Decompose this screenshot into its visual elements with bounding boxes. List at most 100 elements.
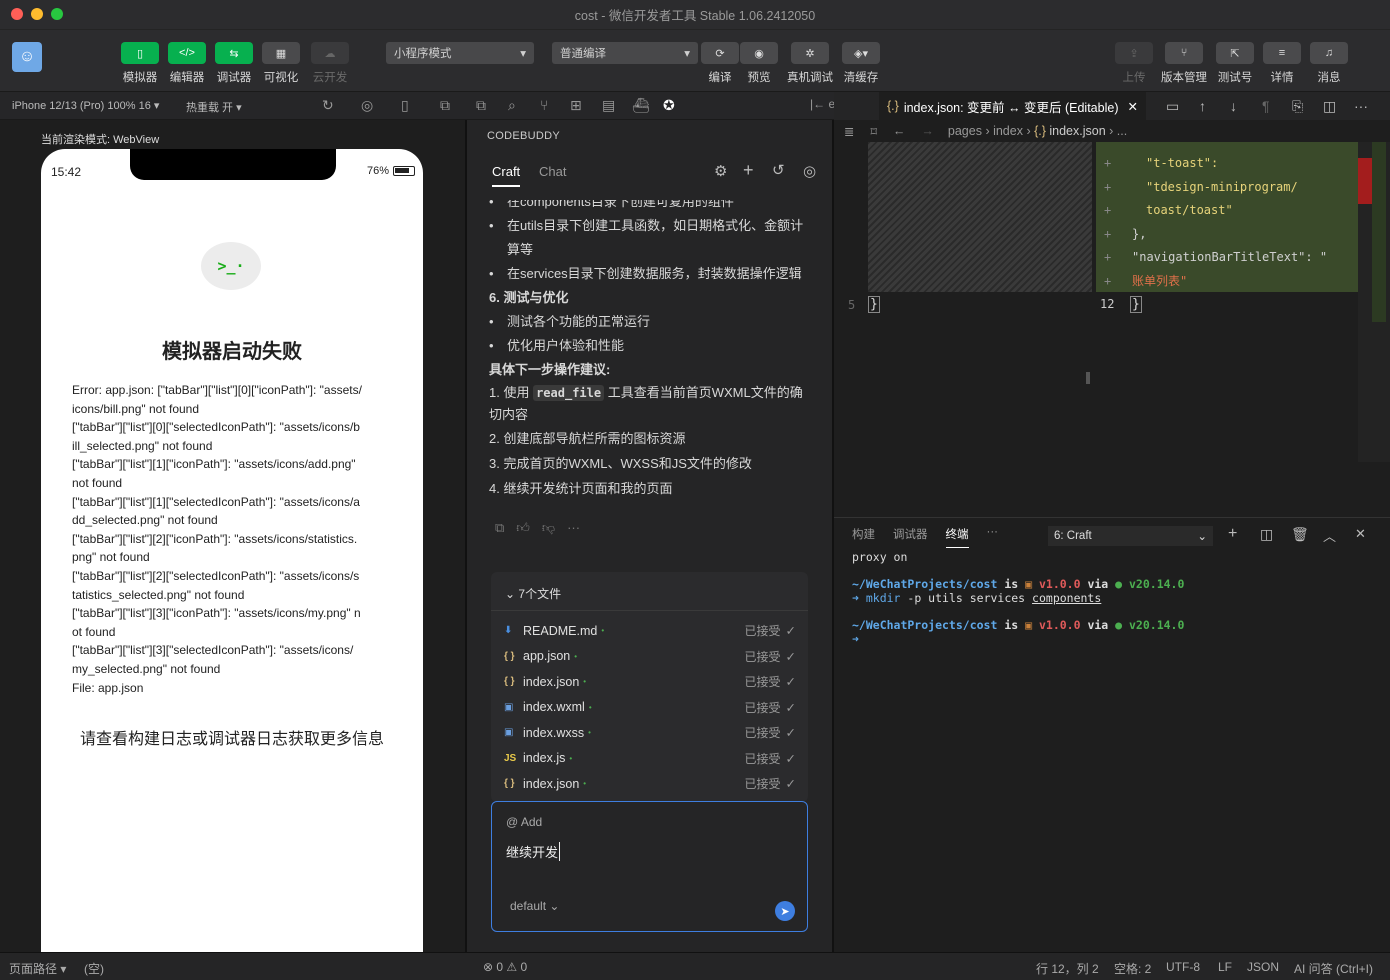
bookmark-icon[interactable]: ⌑ [870,124,876,139]
file-row[interactable]: ▣ index.wxml • 已接受 ✓ [504,695,796,721]
add-context-button[interactable]: @ Add [506,815,542,829]
check-icon[interactable]: ✓ [786,751,796,766]
check-icon[interactable]: ✓ [786,649,796,664]
check-icon[interactable]: ✓ [786,725,796,740]
window-controls[interactable] [11,8,63,20]
debugger-button[interactable]: ⇆ 调试器 [212,42,256,85]
device-icon[interactable]: ▯ [401,97,409,114]
whitespace-icon[interactable]: ¶ [1262,98,1270,114]
tab-chat[interactable]: Chat [539,164,566,179]
send-button[interactable]: ➤ [775,901,795,921]
check-icon[interactable]: ✓ [786,674,796,689]
phone-screen[interactable]: 15:42 76% >_· 模拟器启动失败 Error: app.json: [… [41,149,423,953]
clear-cache-button[interactable]: ◈▾ 清缓存 [839,42,883,85]
visual-button[interactable]: ▦ 可视化 [259,42,303,85]
copy-icon[interactable]: ⧉ [495,520,504,536]
indentation[interactable]: 空格: 2 [1114,960,1151,977]
files-icon[interactable]: ⧉ [476,97,486,114]
close-tab-icon[interactable]: ✕ [1127,99,1137,114]
file-row[interactable]: { } app.json • 已接受 ✓ [504,644,796,670]
file-row[interactable]: ⬇ README.md • 已接受 ✓ [504,618,796,644]
ai-assistant[interactable]: AI 问答 (Ctrl+I) [1294,960,1373,977]
version-button[interactable]: ⑂ 版本管理 [1161,42,1207,85]
arrow-up-icon[interactable]: ↑ [1199,98,1206,114]
codebuddy-icon[interactable]: ✪ [663,97,675,114]
config-icon[interactable]: ◎ [803,162,816,180]
split-icon[interactable]: ◫ [1323,98,1336,115]
language-mode[interactable]: JSON [1247,960,1279,974]
cursor-position[interactable]: 行 12，列 2 [1036,960,1099,977]
preview-button[interactable]: ◉ 预览 [737,42,781,85]
zoom-window-button[interactable] [51,8,63,20]
file-row[interactable]: { } index.json • 已接受 ✓ [504,669,796,695]
check-icon[interactable]: ✓ [786,776,796,791]
list-icon[interactable]: ≣ [844,124,854,139]
tab-terminal[interactable]: 终端 [945,526,969,548]
popout-icon[interactable]: ⧉ [440,97,450,114]
new-terminal-icon[interactable]: + [1228,525,1237,543]
scrollbar[interactable] [1086,372,1090,384]
error-line: ot found [72,624,116,639]
messages-button[interactable]: ♫ 消息 [1307,42,1351,85]
thumbs-up-icon[interactable]: 👍︎ [516,520,530,536]
chat-input-box[interactable]: @ Add 继续开发 default ⌄ ➤ [491,801,808,932]
cloud-db-icon[interactable]: ▤ [602,97,615,114]
more-icon[interactable]: ··· [1354,98,1368,114]
avatar[interactable]: ☺ [12,42,42,72]
rotate-icon[interactable]: ↻ [322,97,334,114]
file-row[interactable]: JS index.js • 已接受 ✓ [504,746,796,772]
arrow-down-icon[interactable]: ↓ [1230,98,1237,114]
open-file-icon[interactable]: ⎘ [1292,98,1303,115]
page-path-select[interactable]: 页面路径 ▾ [9,960,66,977]
split-terminal-icon[interactable]: ◫ [1260,526,1273,543]
upload-button[interactable]: ⇪ 上传 [1112,42,1156,85]
encoding[interactable]: UTF-8 [1166,960,1200,974]
cloud-button[interactable]: ☁ 云开发 [308,42,352,85]
add-icon[interactable]: + [743,160,754,181]
problems-indicator[interactable]: ⊗ 0 ⚠ 0 [483,960,527,974]
compile-button[interactable]: ⟳ 编译 [698,42,742,85]
thumbs-down-icon[interactable]: 👎︎ [542,520,555,536]
close-panel-icon[interactable]: ✕ [1355,526,1366,542]
test-account-button[interactable]: ⇱ 测试号 [1213,42,1257,85]
details-button[interactable]: ≡ 详情 [1260,42,1304,85]
terminal-output[interactable]: proxy on ~/WeChatProjects/cost is ▣ v1.0… [852,550,1184,646]
comment-icon[interactable]: ▭ [1166,98,1179,115]
back-icon[interactable]: ← [893,124,906,138]
tab-debugger[interactable]: 调试器 [893,526,928,548]
eol[interactable]: LF [1218,960,1232,974]
extensions-icon[interactable]: ⊞ [570,97,582,114]
more-icon[interactable]: ··· [567,520,580,536]
search-icon[interactable]: ⌕ [508,97,516,114]
editor-button[interactable]: </> 编辑器 [165,42,209,85]
file-row[interactable]: ▣ index.wxss • 已接受 ✓ [504,720,796,746]
file-row[interactable]: { } index.json • 已接受 ✓ [504,771,796,797]
source-control-icon[interactable]: ⑂ [540,97,548,113]
device-select[interactable]: iPhone 12/13 (Pro) 100% 16 ▾ [12,99,159,112]
check-icon[interactable]: ✓ [786,700,796,715]
model-select[interactable]: default ⌄ [504,897,565,915]
record-icon[interactable]: ◎ [361,97,373,114]
close-window-button[interactable] [11,8,23,20]
check-icon[interactable]: ✓ [786,623,796,638]
mode-select[interactable]: 小程序模式 ▾ [386,42,534,64]
real-debug-button[interactable]: ✲ 真机调试 [787,42,833,85]
maximize-icon[interactable]: ︿ [1323,526,1336,545]
tab-craft[interactable]: Craft [492,164,521,187]
docker-icon[interactable]: ⛴ [632,97,650,114]
hot-reload-toggle[interactable]: 热重载 开 ▾ [186,99,242,115]
history-icon[interactable]: ↺ [772,161,785,179]
minimize-window-button[interactable] [31,8,43,20]
simulator-button[interactable]: ▯ 模拟器 [118,42,162,85]
tab-build[interactable]: 构建 [852,526,875,548]
chat-input[interactable]: 继续开发 [506,842,561,861]
files-header[interactable]: ⌄ 7个文件 [505,585,561,602]
terminal-session-select[interactable]: 6: Craft ⌄ [1048,526,1213,546]
line-number: 12 [1100,297,1115,311]
editor-tab[interactable]: {.} index.json: 变更前 ↔ 变更后 (Editable) ✕ [879,92,1146,120]
compile-mode-select[interactable]: 普通编译 ▾ [552,42,698,64]
forward-icon[interactable]: → [921,124,934,138]
trash-icon[interactable]: 🗑︎ [1291,526,1309,543]
settings-icon[interactable]: ⚙ [714,162,727,180]
tab-more[interactable]: ··· [987,526,999,548]
